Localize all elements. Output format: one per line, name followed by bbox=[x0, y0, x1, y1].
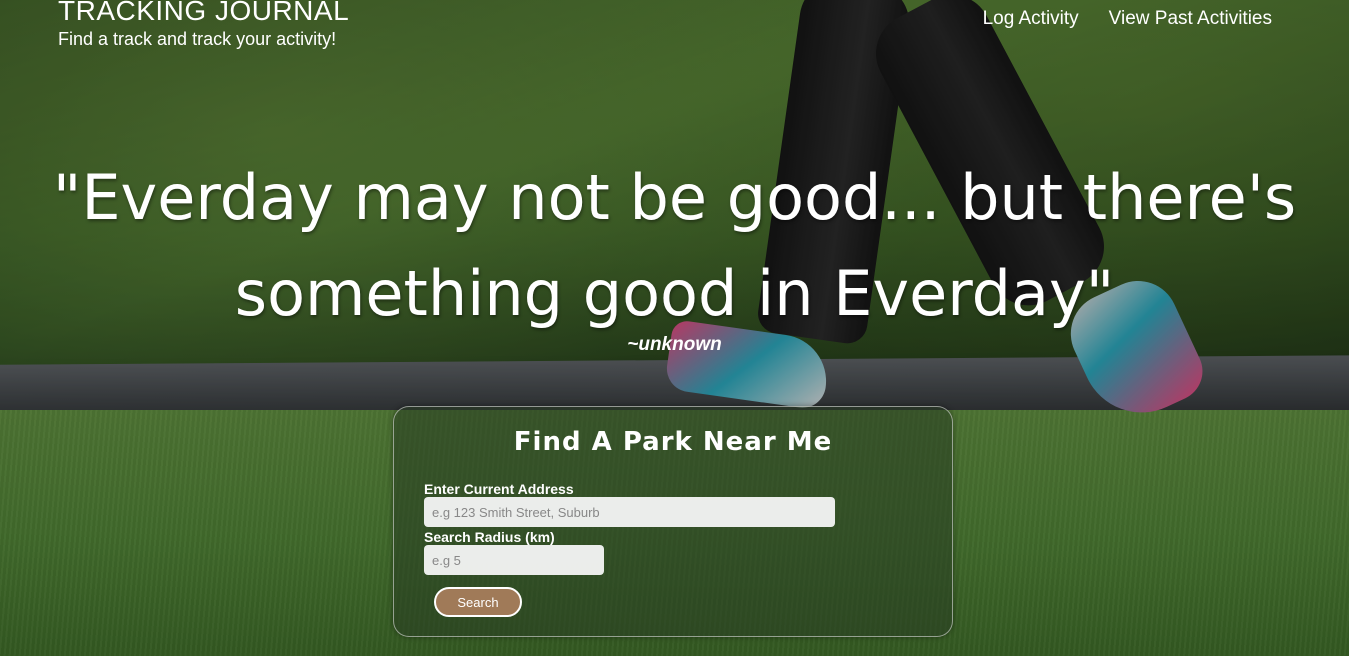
radius-label: Search Radius (km) bbox=[424, 529, 555, 545]
site-title: TRACKING JOURNAL bbox=[58, 0, 350, 26]
hero-quote: "Everday may not be good... but there's … bbox=[52, 161, 1297, 330]
search-button[interactable]: Search bbox=[434, 587, 522, 617]
brand: TRACKING JOURNAL Find a track and track … bbox=[58, 0, 349, 50]
radius-input[interactable] bbox=[424, 545, 604, 575]
park-finder-card: Find A Park Near Me Enter Current Addres… bbox=[393, 406, 953, 637]
park-finder-title: Find A Park Near Me bbox=[513, 427, 833, 457]
site-subtitle: Find a track and track your activity! bbox=[58, 29, 337, 49]
nav-log-activity[interactable]: Log Activity bbox=[983, 8, 1079, 30]
main-nav: Log Activity View Past Activities bbox=[983, 8, 1272, 30]
quote-author: ~unknown bbox=[627, 334, 722, 355]
address-input[interactable] bbox=[424, 497, 835, 527]
nav-view-past-activities[interactable]: View Past Activities bbox=[1109, 8, 1272, 30]
address-label: Enter Current Address bbox=[424, 481, 574, 497]
